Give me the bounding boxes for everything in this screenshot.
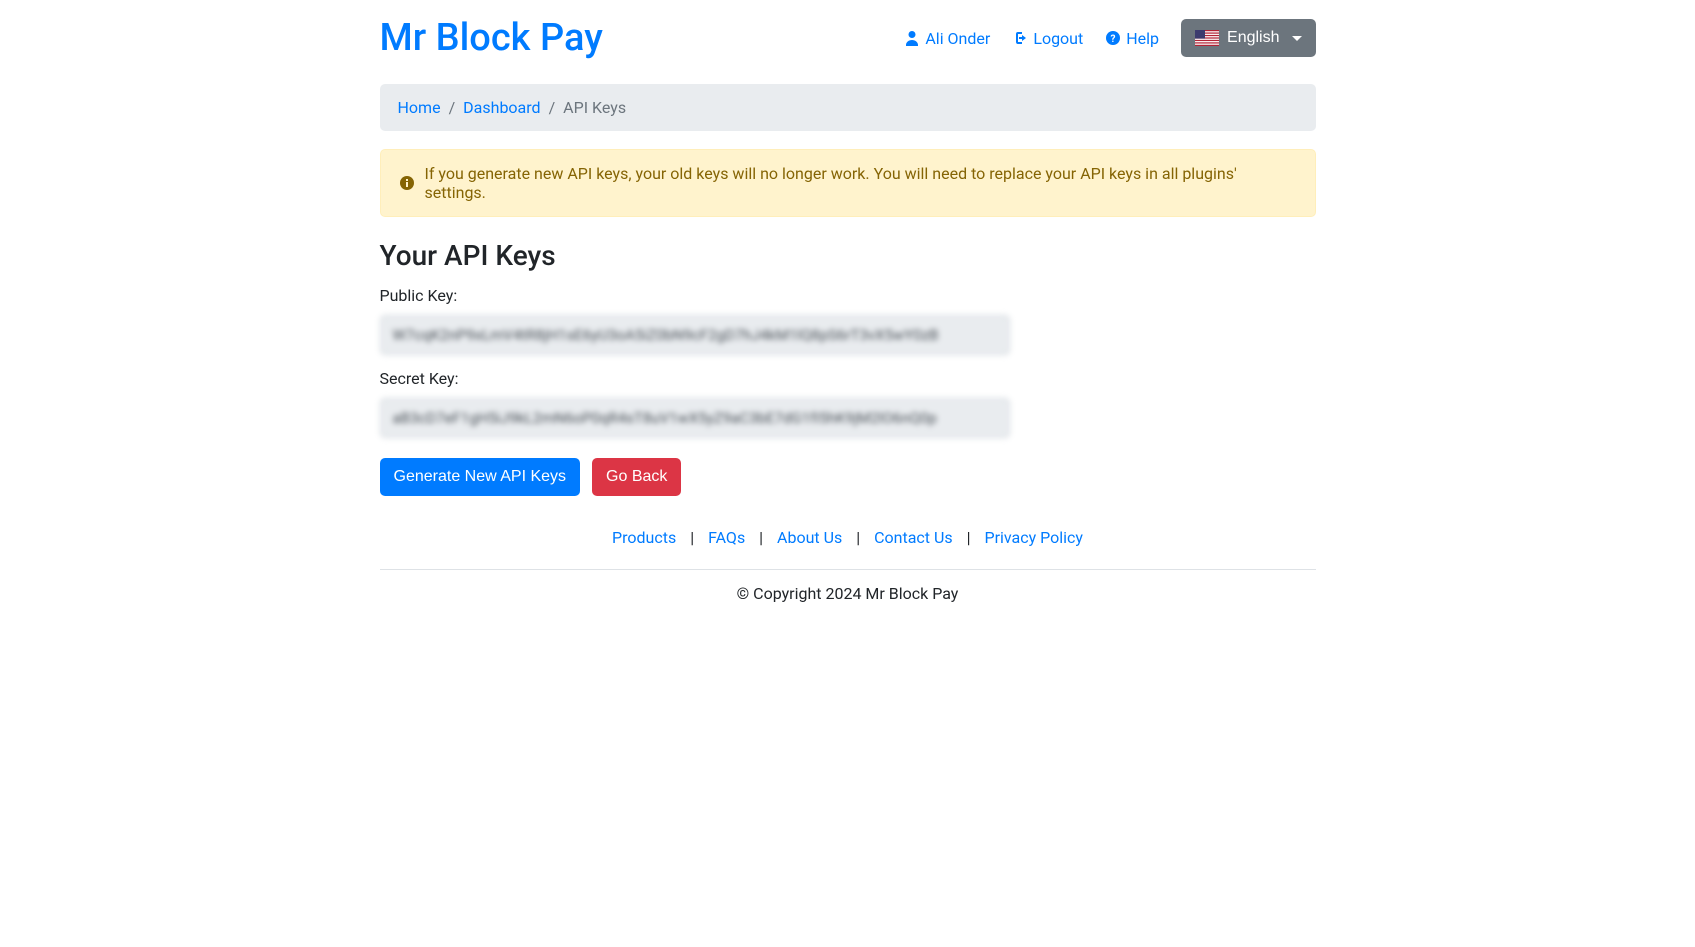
footer-separator: |	[856, 528, 860, 547]
footer-divider	[380, 569, 1316, 570]
user-link[interactable]: Ali Onder	[904, 29, 990, 48]
page-title: Your API Keys	[380, 239, 1316, 272]
footer-faqs[interactable]: FAQs	[708, 528, 745, 547]
button-row: Generate New API Keys Go Back	[380, 458, 1316, 496]
breadcrumb-separator: /	[549, 98, 556, 117]
navbar: Mr Block Pay Ali Onder Logout ? Help	[380, 0, 1316, 76]
footer-privacy[interactable]: Privacy Policy	[984, 528, 1083, 547]
user-link-label: Ali Onder	[925, 29, 990, 48]
language-label: English	[1227, 29, 1279, 47]
footer-links: Products | FAQs | About Us | Contact Us …	[380, 528, 1316, 547]
breadcrumb-home[interactable]: Home	[398, 98, 441, 117]
footer-separator: |	[759, 528, 763, 547]
alert-warning: If you generate new API keys, your old k…	[380, 149, 1316, 217]
footer-contact[interactable]: Contact Us	[874, 528, 953, 547]
help-link[interactable]: ? Help	[1105, 29, 1159, 48]
flag-us-icon	[1195, 30, 1219, 46]
footer-products[interactable]: Products	[612, 528, 676, 547]
help-link-label: Help	[1126, 29, 1159, 48]
logout-link[interactable]: Logout	[1012, 29, 1083, 48]
breadcrumb-current: API Keys	[563, 98, 626, 117]
secret-key-label: Secret Key:	[380, 369, 1316, 388]
footer-separator: |	[690, 528, 694, 547]
help-icon: ?	[1105, 30, 1121, 46]
footer-separator: |	[967, 528, 971, 547]
breadcrumb-dashboard[interactable]: Dashboard	[463, 98, 540, 117]
brand-link[interactable]: Mr Block Pay	[380, 16, 603, 60]
nav-right: Ali Onder Logout ? Help	[904, 19, 1315, 57]
logout-link-label: Logout	[1033, 29, 1083, 48]
footer-about[interactable]: About Us	[777, 528, 842, 547]
breadcrumb: Home / Dashboard / API Keys	[380, 84, 1316, 131]
user-icon	[904, 30, 920, 46]
language-dropdown[interactable]: English	[1181, 19, 1315, 57]
public-key-label: Public Key:	[380, 286, 1316, 305]
alert-message: If you generate new API keys, your old k…	[425, 164, 1297, 202]
secret-key-field[interactable]: aB3cD7eF1gH5iJ9kL2mN6oP0qR4sT8uV1wX5yZ9a…	[380, 398, 1010, 438]
svg-text:?: ?	[1111, 34, 1116, 45]
info-icon	[399, 175, 415, 191]
public-key-field[interactable]: W7cqK2nP9xLmV4tR8jH1sE6yU3oA5iZ0bN9cF2gD…	[380, 315, 1010, 355]
generate-button[interactable]: Generate New API Keys	[380, 458, 581, 496]
breadcrumb-separator: /	[449, 98, 456, 117]
go-back-button[interactable]: Go Back	[592, 458, 681, 496]
copyright: © Copyright 2024 Mr Block Pay	[380, 584, 1316, 633]
logout-icon	[1012, 30, 1028, 46]
